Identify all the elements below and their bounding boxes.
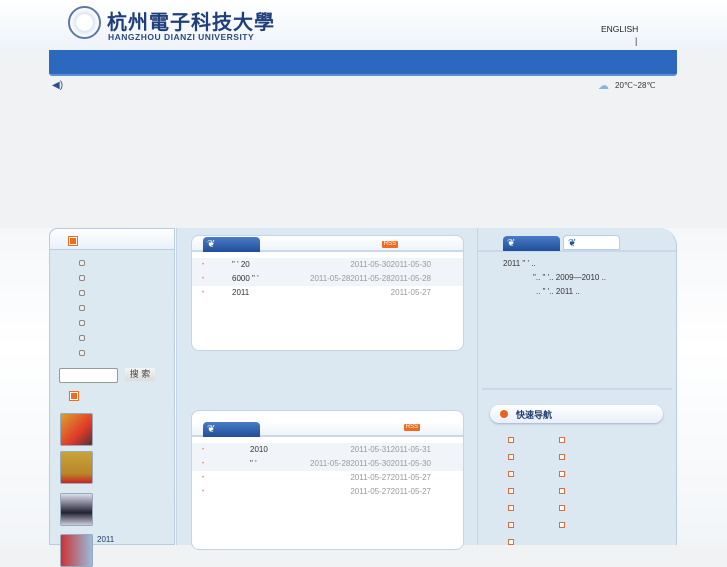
right-tabbar: ❦ ❦ — [478, 228, 676, 252]
thumbnail-image[interactable] — [60, 493, 93, 526]
link-icon[interactable] — [508, 454, 514, 460]
news-row[interactable]: • 2011-05-272011-05-27 — [192, 471, 463, 485]
globe-icon: ❦ — [207, 239, 216, 250]
news-box: ❦ RSS • " ' 20 2011-05-302011-05-30 • 6000 … — [191, 235, 464, 351]
news-row[interactable]: • 2011 2011-05-27 — [192, 286, 463, 300]
square-icon — [69, 237, 77, 245]
list-item[interactable]: .. " '.. 2011 .. — [536, 287, 580, 296]
link-icon[interactable] — [559, 437, 565, 443]
rss-icon[interactable]: RSS — [404, 424, 420, 431]
separator: | — [635, 36, 638, 46]
menu-bullet-icon[interactable] — [79, 320, 85, 326]
logo-chinese-name: 杭州電子科技大學 — [107, 10, 275, 34]
menu-bullet-icon[interactable] — [79, 350, 85, 356]
link-icon[interactable] — [508, 522, 514, 528]
menu-bullet-icon[interactable] — [79, 305, 85, 311]
menu-bullet-icon[interactable] — [79, 260, 85, 266]
thumbnail-image[interactable] — [60, 534, 93, 567]
quick-nav-header: 快速导航 — [490, 405, 663, 423]
divider — [482, 388, 672, 390]
link-icon[interactable] — [559, 505, 565, 511]
university-emblem-logo[interactable] — [68, 6, 101, 39]
nav-bar — [49, 50, 677, 76]
weather-text: 20℃~28℃ — [615, 81, 656, 90]
news-box: ❦ RSS • 2010 2011-05-312011-05-31 • " ' 2011… — [191, 410, 464, 550]
news-row[interactable]: • 2011-05-272011-05-27 — [192, 485, 463, 499]
news-row[interactable]: • 6000 " ' 2011-05-282011-05-282011-05-28 — [192, 272, 463, 286]
quick-nav-title: 快速导航 — [516, 410, 553, 420]
left-sidebar: 搜 索 2011 — [49, 228, 175, 567]
link-icon[interactable] — [559, 454, 565, 460]
menu-bullet-icon[interactable] — [79, 335, 85, 341]
link-icon[interactable] — [508, 539, 514, 545]
search-input[interactable] — [59, 368, 118, 383]
cloud-sun-icon: ☁ — [598, 80, 609, 92]
rss-icon[interactable]: RSS — [382, 241, 398, 248]
news-row[interactable]: • " ' 2011-05-282011-05-302011-05-30 — [192, 457, 463, 471]
menu-bullet-icon[interactable] — [79, 290, 85, 296]
english-link[interactable]: ENGLISH — [601, 24, 638, 34]
tab-other[interactable]: ❦ — [563, 235, 620, 250]
thumbnail-image[interactable] — [60, 451, 93, 484]
logo-english-name: HANGZHOU DIANZI UNIVERSITY — [108, 32, 255, 42]
link-icon[interactable] — [508, 471, 514, 477]
news-row[interactable]: • " ' 20 2011-05-302011-05-30 — [192, 258, 463, 272]
right-sidebar: ❦ ❦ 2011 " ' .. ".. " '.. 2009—2010 .. .… — [478, 228, 677, 545]
arrow-circle-icon — [500, 410, 508, 418]
thumbnail-caption[interactable]: 2011 — [97, 535, 114, 544]
globe-icon: ❦ — [207, 424, 216, 435]
link-icon[interactable] — [559, 522, 565, 528]
news-tab[interactable]: ❦ — [203, 422, 260, 437]
list-item[interactable]: 2011 " ' .. — [503, 259, 536, 268]
link-icon[interactable] — [508, 488, 514, 494]
link-icon[interactable] — [559, 488, 565, 494]
globe-icon: ❦ — [568, 238, 577, 249]
link-icon[interactable] — [559, 471, 565, 477]
list-item[interactable]: ".. " '.. 2009—2010 .. — [533, 273, 606, 282]
tab-news[interactable]: ❦ — [503, 236, 560, 251]
news-tab[interactable]: ❦ — [203, 237, 260, 252]
speaker-icon: ◀) — [52, 80, 64, 91]
menu-bullet-icon[interactable] — [79, 275, 85, 281]
thumbnail-image[interactable] — [60, 413, 93, 446]
header: 杭州電子科技大學 HANGZHOU DIANZI UNIVERSITY ENGL… — [0, 0, 727, 50]
search-button[interactable]: 搜 索 — [125, 368, 155, 381]
sidebar-header — [50, 229, 174, 250]
globe-icon: ❦ — [507, 238, 516, 249]
news-tabbar: ❦ RSS — [192, 236, 463, 252]
news-tabbar: ❦ RSS — [192, 421, 463, 437]
news-row[interactable]: • 2010 2011-05-312011-05-31 — [192, 443, 463, 457]
square-icon — [70, 392, 78, 400]
link-icon[interactable] — [508, 437, 514, 443]
link-icon[interactable] — [508, 505, 514, 511]
center-column: ❦ RSS • " ' 20 2011-05-302011-05-30 • 6000 … — [176, 228, 478, 550]
